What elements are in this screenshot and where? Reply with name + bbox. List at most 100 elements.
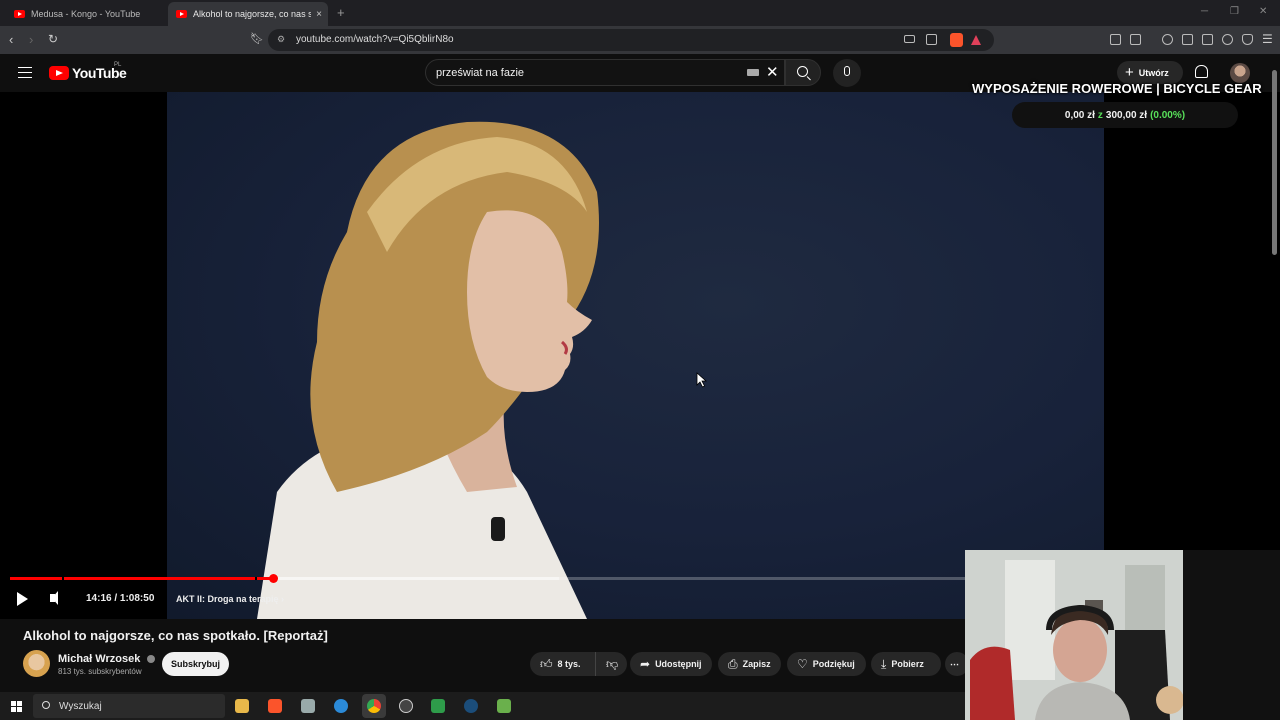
steam-icon[interactable] [464, 699, 478, 713]
extensions-icon[interactable] [1110, 34, 1121, 45]
save-button[interactable]: ⎙ Zapisz [718, 652, 781, 676]
thanks-label: Podziękuj [812, 659, 855, 669]
bookmark-icon[interactable]: 🔖︎ [250, 32, 264, 45]
brave-rewards-icon[interactable] [971, 35, 981, 45]
download-icon: ⤓ [881, 656, 887, 671]
thumbs-up-icon: 👍︎ [540, 656, 553, 671]
like-button[interactable]: 👍︎ 8 tys. [530, 652, 595, 676]
brave-shields-icon[interactable] [950, 33, 963, 47]
thanks-button[interactable]: ♡ Podziękuj [787, 652, 866, 676]
progress-bar[interactable] [10, 574, 965, 583]
chrome-icon [367, 699, 381, 713]
url-text: youtube.com/watch?v=Qi5QblirN8o [296, 34, 454, 45]
goal-percent: (0.00%) [1150, 109, 1186, 121]
chapter-marker [62, 577, 64, 580]
clear-search-icon[interactable]: ✕ [766, 63, 779, 81]
search-icon [42, 701, 50, 709]
notifications-bell-icon[interactable] [1195, 65, 1208, 78]
windows-start-icon[interactable] [11, 701, 22, 712]
youtube-logo-icon [49, 66, 69, 80]
mouse-cursor-icon [696, 372, 708, 388]
webcam-overlay [965, 550, 1183, 720]
chapter-marker [255, 577, 257, 580]
leo-ai-icon[interactable] [1222, 34, 1233, 45]
like-count: 8 tys. [557, 659, 581, 669]
minimize-icon[interactable]: ─ [1201, 6, 1208, 17]
back-icon[interactable]: ‹ [9, 32, 13, 47]
keyboard-icon[interactable] [747, 69, 759, 76]
video-title: Alkohol to najgorsze, co nas spotkało. [… [23, 628, 328, 643]
dislike-button[interactable]: 👎︎ [595, 652, 627, 676]
account-avatar[interactable] [1230, 63, 1250, 83]
download-button[interactable]: ⤓ Pobierz [871, 652, 941, 676]
youtube-favicon-icon [14, 10, 25, 18]
share-label: Udostępnij [655, 659, 702, 669]
search-query: przeświat na fazie [436, 67, 525, 79]
edge-browser-icon[interactable] [334, 699, 348, 713]
play-icon[interactable] [17, 592, 28, 606]
obs-icon[interactable] [399, 699, 413, 713]
webcam-streamer-image [965, 550, 1183, 720]
brave-browser-icon[interactable] [268, 699, 282, 713]
youtube-favicon-icon [176, 10, 187, 18]
country-code: PL [114, 62, 122, 68]
address-bar[interactable]: ⚙ youtube.com/watch?v=Qi5QblirN8o [268, 29, 994, 51]
chrome-active-app[interactable] [362, 694, 386, 718]
video-frame[interactable] [167, 92, 1104, 619]
windows-taskbar: Wyszukaj [0, 692, 965, 720]
channel-avatar[interactable] [23, 650, 50, 677]
new-tab-button[interactable]: + [337, 5, 345, 20]
app-green-icon[interactable] [497, 699, 511, 713]
video-content-woman-profile [257, 121, 599, 619]
scrubber-handle[interactable] [268, 574, 278, 583]
stream-goal-title: WYPOSAŻENIE ROWEROWE | BICYCLE GEAR [972, 81, 1262, 96]
page-scrollbar[interactable] [1272, 70, 1277, 255]
video-player[interactable] [0, 92, 1280, 619]
volume-icon[interactable] [50, 591, 58, 605]
site-info-icon[interactable]: ⚙ [277, 34, 285, 45]
tab-current-video[interactable]: Alkohol to najgorsze, co nas spo × [168, 2, 328, 26]
plus-icon: + [1125, 64, 1134, 81]
taskbar-search[interactable]: Wyszukaj [33, 694, 225, 718]
forward-icon[interactable]: › [29, 32, 33, 47]
tab-title: Medusa - Kongo - YouTube [31, 9, 141, 19]
wallet-icon[interactable] [1202, 34, 1213, 45]
thumbs-down-icon: 👎︎ [606, 656, 619, 671]
sidebar-icon[interactable] [1182, 34, 1193, 45]
reload-icon[interactable]: ↻ [48, 32, 58, 46]
file-explorer-icon[interactable] [235, 699, 249, 713]
vpn-shield-icon[interactable] [1242, 34, 1253, 45]
search-input[interactable]: przeświat na fazie ✕ [425, 59, 785, 86]
share-button[interactable]: ➦ Udostępnij [630, 652, 712, 676]
channel-name: Michał Wrzosek [58, 653, 141, 665]
download-label: Pobierz [891, 659, 924, 669]
maximize-icon[interactable]: ❐ [1230, 6, 1239, 17]
search-button[interactable] [785, 59, 821, 86]
cast-icon[interactable] [904, 35, 915, 43]
guide-menu-icon[interactable] [18, 67, 32, 78]
share-icon[interactable] [926, 34, 937, 45]
channel-name-link[interactable]: Michał Wrzosek [58, 653, 156, 665]
subscriber-count: 813 tys. subskrybentów [58, 667, 142, 676]
browser-toolbar: ‹ › ↻ 🔖︎ ⚙ youtube.com/watch?v=Qi5QblirN… [0, 26, 1280, 54]
microphone-icon [844, 66, 850, 76]
browser-tab-bar: Medusa - Kongo - YouTube Alkohol to najg… [0, 0, 1280, 26]
voice-search-button[interactable] [833, 59, 861, 87]
media-icon[interactable] [1162, 34, 1173, 45]
create-label: Utwórz [1138, 67, 1169, 78]
game-launcher-icon[interactable] [431, 699, 445, 713]
bookmark-icon: ⎙ [728, 656, 738, 671]
chapter-button[interactable]: AKT II: Droga na terapię › [176, 594, 284, 604]
app-icon[interactable] [301, 699, 315, 713]
chevron-right-icon: › [281, 594, 285, 604]
chapter-title: AKT II: Droga na terapię [176, 594, 279, 604]
reading-list-icon[interactable] [1130, 34, 1141, 45]
time-display: 14:16 / 1:08:50 [86, 593, 155, 604]
tab-medusa[interactable]: Medusa - Kongo - YouTube [6, 2, 166, 26]
menu-icon[interactable]: ☰ [1262, 32, 1273, 46]
subscribe-button[interactable]: Subskrybuj [162, 652, 229, 676]
close-window-icon[interactable]: ✕ [1259, 6, 1267, 17]
close-tab-icon[interactable]: × [316, 9, 322, 20]
progress-played [10, 577, 273, 580]
goal-target: 300,00 zł [1105, 109, 1148, 121]
